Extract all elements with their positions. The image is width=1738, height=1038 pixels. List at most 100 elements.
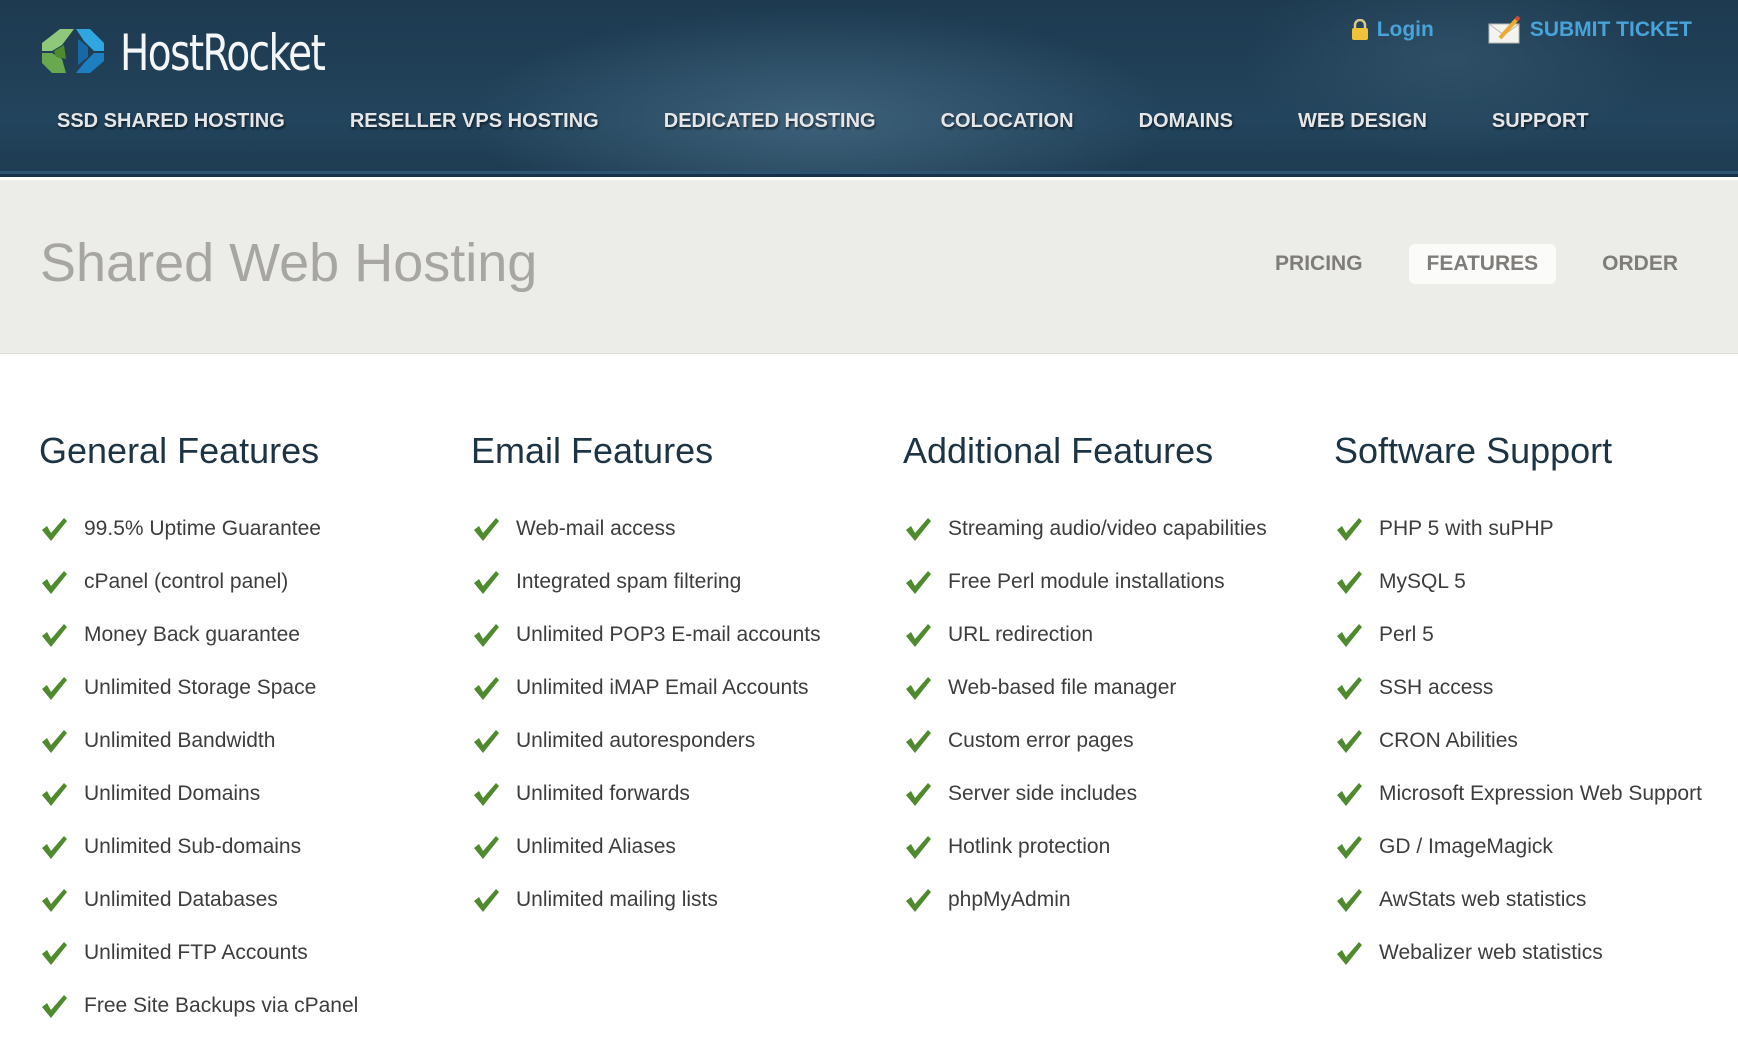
feature-label: Server side includes [948,781,1138,805]
feature-item: Unlimited Domains [39,767,358,820]
checkmark-icon [471,885,501,915]
feature-item: Unlimited Bandwidth [39,714,358,767]
main-nav: SSD SHARED HOSTING RESELLER VPS HOSTING … [0,110,1738,133]
checkmark-icon [903,673,933,703]
checkmark-icon [1334,779,1364,809]
nav-domains[interactable]: DOMAINS [1139,110,1233,133]
hostrocket-logo-icon [38,23,108,84]
checkmark-icon [471,779,501,809]
feature-item: Unlimited Databases [39,873,358,926]
feature-item: SSH access [1334,661,1702,714]
feature-label: Integrated spam filtering [516,569,742,593]
checkmark-icon [903,567,933,597]
feature-label: Streaming audio/video capabilities [948,516,1267,540]
checkmark-icon [39,991,69,1021]
feature-label: Webalizer web statistics [1379,940,1603,964]
feature-item: Server side includes [903,767,1267,820]
feature-item: CRON Abilities [1334,714,1702,767]
login-label: Login [1376,18,1434,41]
feature-label: Hotlink protection [948,834,1111,858]
site-header: HostRocket Login SUBMIT TICKET SSD SHARE… [0,0,1738,177]
checkmark-icon [903,514,933,544]
checkmark-icon [471,514,501,544]
feature-item: PHP 5 with suPHP [1334,502,1702,555]
checkmark-icon [471,832,501,862]
checkmark-icon [1334,620,1364,650]
checkmark-icon [903,620,933,650]
feature-list: PHP 5 with suPHP MySQL 5 Perl 5 SSH access C… [1334,502,1702,979]
feature-label: cPanel (control panel) [84,569,289,593]
submit-ticket-link[interactable]: SUBMIT TICKET [1488,16,1692,44]
feature-label: Custom error pages [948,728,1134,752]
feature-label: Microsoft Expression Web Support [1379,781,1702,805]
page-subheader: Shared Web Hosting PRICING FEATURES ORDE… [0,180,1738,354]
nav-web-design[interactable]: WEB DESIGN [1298,110,1427,133]
checkmark-icon [471,726,501,756]
checkmark-icon [39,673,69,703]
feature-item: Free Perl module installations [903,555,1267,608]
feature-list: 99.5% Uptime Guarantee cPanel (control pa… [39,502,358,1032]
nav-support[interactable]: SUPPORT [1492,110,1589,133]
feature-label: Unlimited Aliases [516,834,676,858]
column-email-features: Email Features Web-mail access Integrated… [471,430,821,926]
login-link[interactable]: Login [1351,18,1434,42]
feature-item: Unlimited mailing lists [471,873,821,926]
feature-label: Unlimited autoresponders [516,728,756,752]
checkmark-icon [903,832,933,862]
feature-label: phpMyAdmin [948,887,1071,911]
checkmark-icon [1334,885,1364,915]
feature-item: Free Site Backups via cPanel [39,979,358,1032]
feature-label: Unlimited forwards [516,781,690,805]
feature-item: Unlimited autoresponders [471,714,821,767]
feature-item: Unlimited Aliases [471,820,821,873]
feature-item: Unlimited POP3 E-mail accounts [471,608,821,661]
feature-label: Unlimited Databases [84,887,278,911]
checkmark-icon [471,567,501,597]
feature-item: Web-mail access [471,502,821,555]
checkmark-icon [903,726,933,756]
nav-reseller-vps-hosting[interactable]: RESELLER VPS HOSTING [350,110,599,133]
feature-item: Custom error pages [903,714,1267,767]
feature-item: MySQL 5 [1334,555,1702,608]
nav-dedicated-hosting[interactable]: DEDICATED HOSTING [664,110,876,133]
checkmark-icon [1334,673,1364,703]
checkmark-icon [1334,567,1364,597]
feature-item: Microsoft Expression Web Support [1334,767,1702,820]
feature-item: phpMyAdmin [903,873,1267,926]
tab-features[interactable]: FEATURES [1408,244,1557,284]
tab-order[interactable]: ORDER [1584,244,1696,284]
checkmark-icon [1334,514,1364,544]
checkmark-icon [39,885,69,915]
feature-item: Perl 5 [1334,608,1702,661]
feature-list: Streaming audio/video capabilities Free P… [903,502,1267,926]
feature-item: Unlimited Sub-domains [39,820,358,873]
checkmark-icon [1334,938,1364,968]
feature-label: Web-based file manager [948,675,1177,699]
nav-colocation[interactable]: COLOCATION [941,110,1074,133]
tab-pricing[interactable]: PRICING [1257,244,1381,284]
feature-label: Free Perl module installations [948,569,1225,593]
checkmark-icon [1334,832,1364,862]
page-title: Shared Web Hosting [40,233,538,293]
checkmark-icon [39,726,69,756]
feature-label: Unlimited POP3 E-mail accounts [516,622,821,646]
feature-label: Unlimited mailing lists [516,887,718,911]
feature-label: Unlimited Sub-domains [84,834,302,858]
nav-ssd-shared-hosting[interactable]: SSD SHARED HOSTING [57,110,285,133]
feature-label: Unlimited FTP Accounts [84,940,308,964]
checkmark-icon [39,620,69,650]
logo[interactable]: HostRocket [38,24,382,82]
feature-item: 99.5% Uptime Guarantee [39,502,358,555]
feature-label: Unlimited Domains [84,781,261,805]
feature-item: Webalizer web statistics [1334,926,1702,979]
column-software-support: Software Support PHP 5 with suPHP MySQL 5… [1334,430,1702,979]
feature-item: Streaming audio/video capabilities [903,502,1267,555]
feature-label: Money Back guarantee [84,622,300,646]
feature-item: GD / ImageMagick [1334,820,1702,873]
feature-item: Hotlink protection [903,820,1267,873]
feature-label: MySQL 5 [1379,569,1466,593]
feature-item: URL redirection [903,608,1267,661]
checkmark-icon [903,779,933,809]
checkmark-icon [471,620,501,650]
feature-item: Money Back guarantee [39,608,358,661]
